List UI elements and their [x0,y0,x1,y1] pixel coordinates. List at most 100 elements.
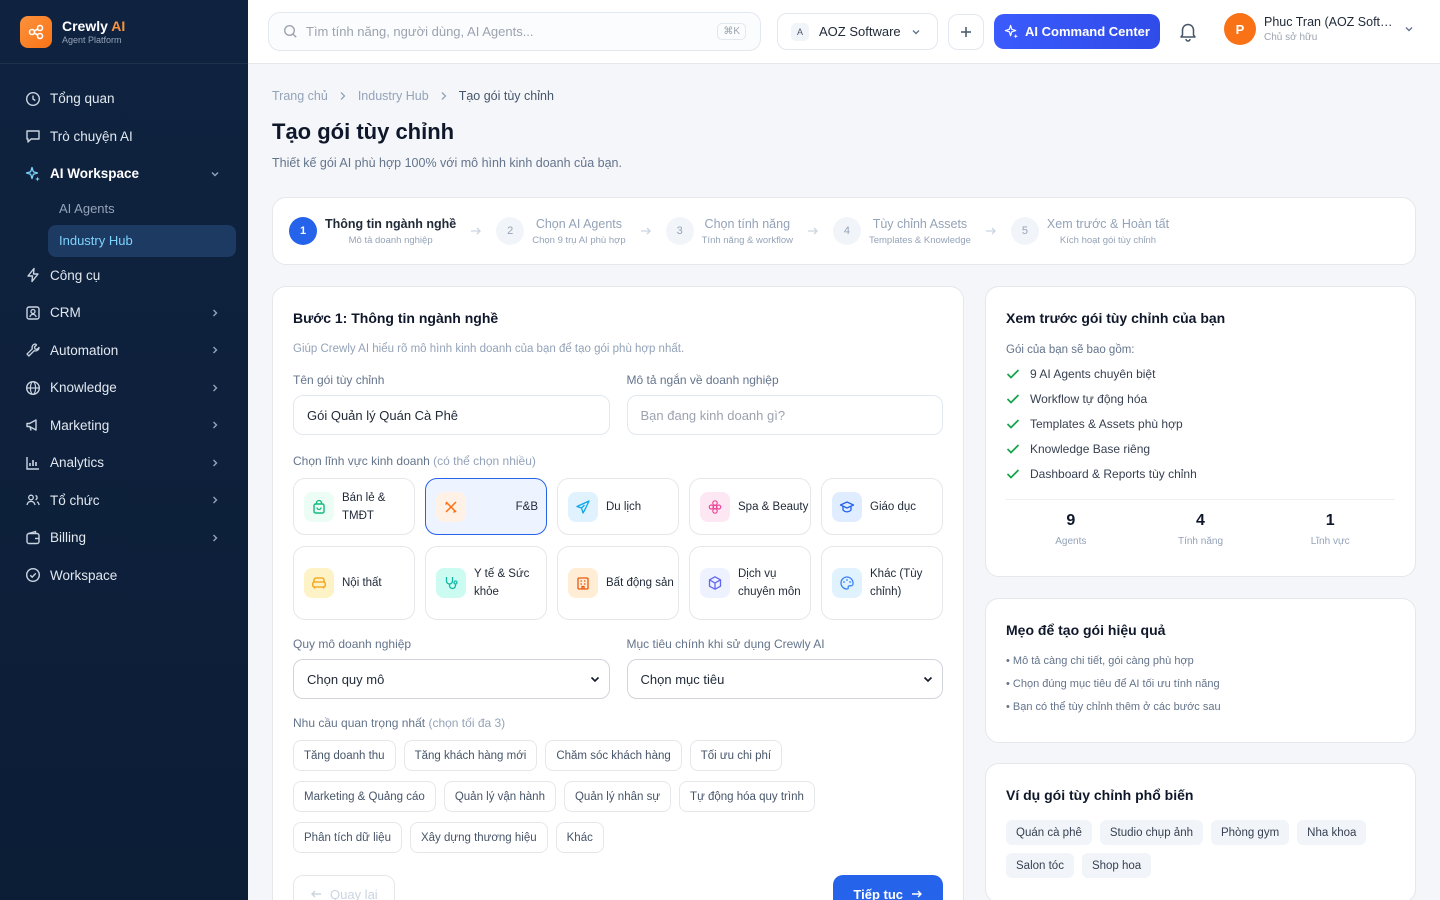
industry-card-fnb[interactable]: F&B [425,478,547,535]
industry-card-giao-duc[interactable]: Giáo dục [821,478,943,535]
examples-card: Ví dụ gói tùy chỉnh phổ biến Quán cà phê… [985,763,1416,900]
graduation-cap-icon [832,491,862,522]
goal-select[interactable]: Chọn mục tiêu [626,659,943,699]
ai-command-center-button[interactable]: AI Command Center [994,14,1160,49]
step-desc: Kích hoạt gói tùy chỉnh [1059,234,1157,246]
needs-hint: (chọn tối đa 3) [428,716,506,730]
check-icon [1006,368,1030,380]
sidebar: Crewly AI Agent Platform Tổng quan Trò c… [0,0,248,900]
wallet-icon [24,529,42,547]
org-name: AOZ Software [819,24,901,39]
contact-icon [24,304,42,322]
scale-select[interactable]: Chọn quy mô [293,659,610,699]
industry-card-ban-le[interactable]: Bán lẻ & TMĐT [293,478,415,535]
step-3[interactable]: 3 Chọn tính năng Tính năng & workflow [665,217,793,246]
example-tag[interactable]: Phòng gym [1210,820,1290,845]
industry-card-y-te[interactable]: Y tế & Sức khỏe [425,546,547,620]
org-switcher[interactable]: A AOZ Software [777,13,938,50]
sidebar-item-to-chuc[interactable]: Tổ chức [0,482,248,520]
example-tag[interactable]: Quán cà phê [1006,820,1092,845]
industry-card-dich-vu[interactable]: Dịch vụ chuyên môn [689,546,811,620]
sidebar-subitem-ai-agents[interactable]: AI Agents [48,193,236,225]
need-chip[interactable]: Tối ưu chi phí [689,740,783,771]
need-chip[interactable]: Quản lý nhân sự [563,781,672,812]
step-number: 4 [832,217,861,245]
industry-card-khac[interactable]: Khác (Tùy chỉnh) [821,546,943,620]
step-2[interactable]: 2 Chọn AI Agents Chọn 9 trụ AI phù hợp [496,217,626,246]
need-chip[interactable]: Phân tích dữ liệu [293,822,402,853]
chevron-down-icon [589,673,601,685]
bolt-icon [24,266,42,284]
cube-icon [700,568,730,598]
sidebar-item-label: Analytics [50,455,105,471]
industry-card-du-lich[interactable]: Du lịch [557,478,679,535]
add-button[interactable] [948,14,984,50]
sidebar-item-ai-workspace[interactable]: AI Workspace [0,155,248,193]
preview-lead: Gói của bạn sẽ bao gồm: [1006,344,1135,356]
sidebar-item-cong-cu[interactable]: Công cụ [0,257,248,295]
example-tags: Quán cà phê Studio chụp ảnh Phòng gym Nh… [1006,820,1395,878]
wrench-icon [24,341,42,359]
flower-icon [700,491,730,522]
plus-icon [959,25,973,39]
search-input[interactable]: Tìm tính năng, người dùng, AI Agents... … [268,12,761,51]
logo-icon [20,15,52,48]
business-desc-input[interactable]: Bạn đang kinh doanh gì? [626,395,943,435]
breadcrumb-home[interactable]: Trang chủ [272,89,328,103]
industry-hint: (có thể chọn nhiều) [433,454,536,468]
breadcrumb-industry-hub[interactable]: Industry Hub [358,89,429,103]
bell-icon[interactable] [1177,20,1199,42]
home-icon [24,90,42,108]
step-5[interactable]: 5 Xem trước & Hoàn tất Kích hoạt gói tùy … [1010,217,1169,246]
step-desc: Templates & Knowledge [868,234,971,246]
brand-name-ai: AI [111,17,126,34]
package-name-input[interactable]: Gói Quản lý Quán Cà Phê [293,395,610,435]
example-tag[interactable]: Nha khoa [1297,820,1367,845]
back-button[interactable]: Quay lại [293,875,395,900]
feature-label: 9 AI Agents chuyên biệt [1030,367,1156,381]
industry-label: Chọn lĩnh vực kinh doanh [293,454,430,468]
sidebar-item-tro-chuyen-ai[interactable]: Trò chuyện AI [0,118,248,156]
need-chip[interactable]: Chăm sóc khách hàng [545,740,682,771]
sidebar-item-workspace[interactable]: Workspace [0,557,248,595]
step-desc: Chọn 9 trụ AI phù hợp [532,234,626,246]
sidebar-item-marketing[interactable]: Marketing [0,407,248,445]
example-tag[interactable]: Studio chụp ảnh [1099,820,1203,845]
step-1[interactable]: 1 Thông tin ngành nghề Mô tả doanh nghiệp [289,217,456,246]
sparkle-icon [1004,24,1025,39]
sidebar-item-knowledge[interactable]: Knowledge [0,369,248,407]
example-tag[interactable]: Shop hoa [1081,853,1152,878]
chevron-right-icon [210,308,220,318]
need-chip[interactable]: Khác [555,822,604,853]
check-icon [1006,443,1030,455]
sidebar-item-tong-quan[interactable]: Tổng quan [0,80,248,118]
step-desc: Mô tả doanh nghiệp [348,234,433,246]
sidebar-item-label: Công cụ [50,267,101,283]
need-chip[interactable]: Tăng khách hàng mới [403,740,538,771]
sidebar-item-billing[interactable]: Billing [0,519,248,557]
sidebar-subitem-industry-hub[interactable]: Industry Hub [48,224,236,257]
industry-label: Dịch vụ chuyên môn [738,568,801,598]
industry-form-card: Bước 1: Thông tin ngành nghề Giúp Crewly… [272,286,964,900]
need-chip[interactable]: Marketing & Quảng cáo [293,781,436,812]
industry-label: Spa & Beauty [738,500,809,513]
need-chip[interactable]: Tăng doanh thu [293,740,396,771]
sidebar-item-crm[interactable]: CRM [0,294,248,332]
need-chip[interactable]: Tự động hóa quy trình [679,781,815,812]
user-menu[interactable]: P Phuc Tran (AOZ Software) Chủ sở hữu [1224,13,1414,45]
industry-card-spa[interactable]: Spa & Beauty [689,478,811,535]
chevron-right-icon [339,91,347,101]
next-button[interactable]: Tiếp tục [833,875,943,900]
step-4[interactable]: 4 Tùy chỉnh Assets Templates & Knowledge [832,217,971,246]
megaphone-icon [24,416,42,434]
brand[interactable]: Crewly AI Agent Platform [0,0,248,64]
example-tag[interactable]: Salon tóc [1006,853,1074,878]
need-chip[interactable]: Quản lý vận hành [443,781,556,812]
step-title: Thông tin ngành nghề [325,216,457,231]
sidebar-item-automation[interactable]: Automation [0,332,248,370]
industry-card-noi-that[interactable]: Nội thất [293,546,415,620]
sidebar-item-analytics[interactable]: Analytics [0,444,248,482]
industry-card-bat-dong-san[interactable]: Bất động sản [557,546,679,620]
goal-label: Mục tiêu chính khi sử dụng Crewly AI [626,637,825,651]
need-chip[interactable]: Xây dựng thương hiệu [409,822,548,853]
